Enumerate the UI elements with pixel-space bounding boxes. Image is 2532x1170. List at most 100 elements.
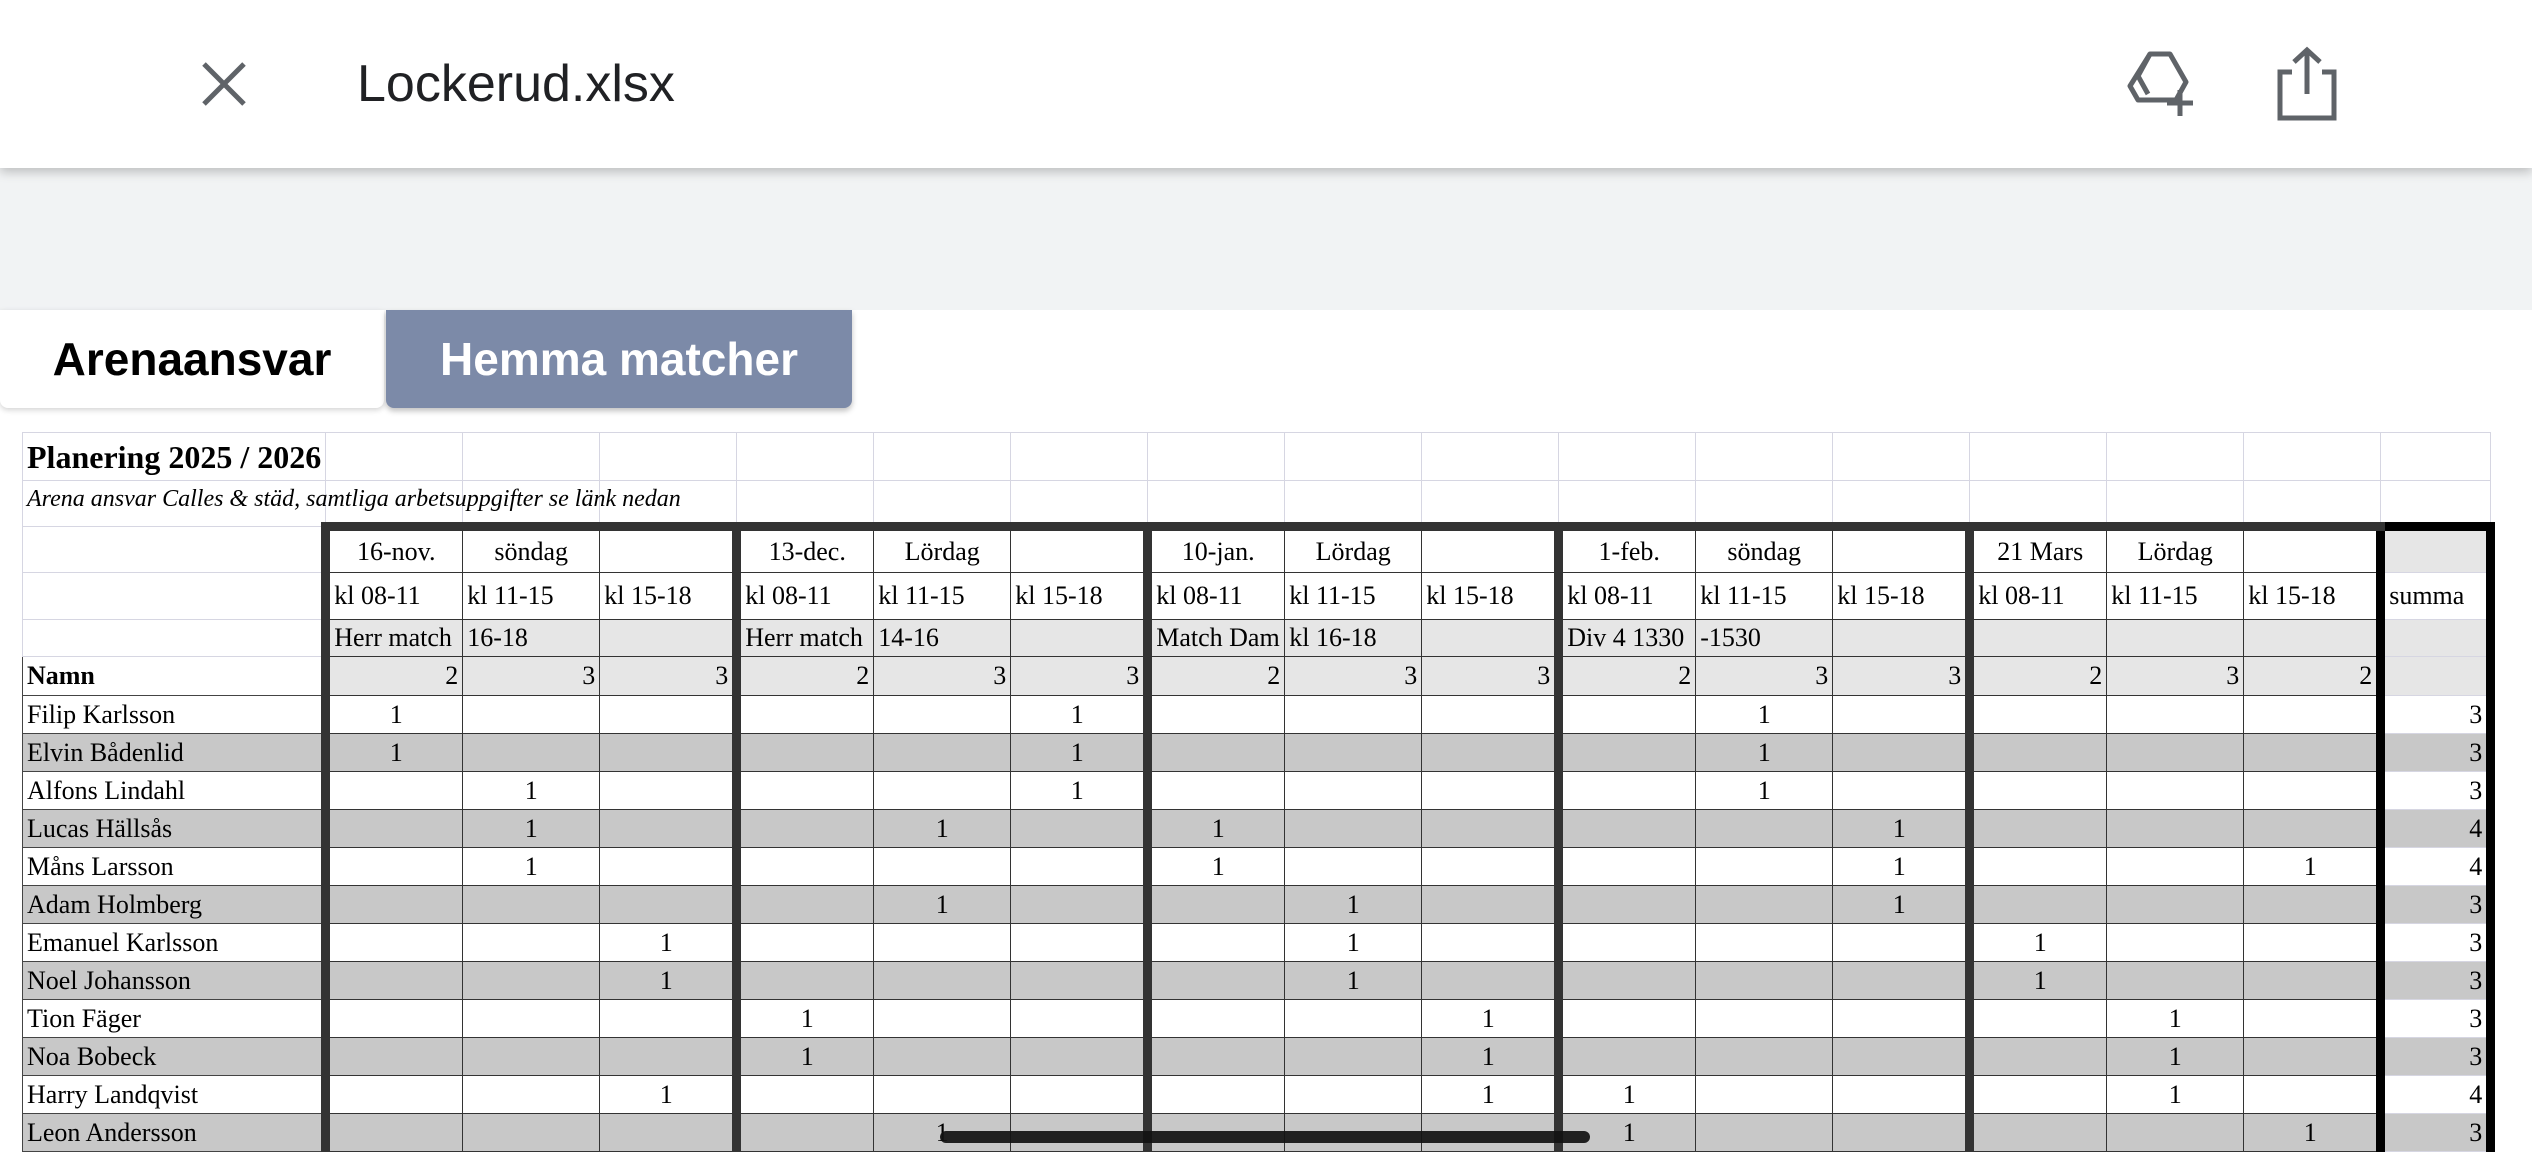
empty-cell[interactable] xyxy=(599,480,738,527)
assignment-cell[interactable] xyxy=(1965,1113,2108,1152)
assignment-cell[interactable] xyxy=(2243,771,2382,810)
assignment-cell[interactable]: 1 xyxy=(321,695,464,734)
needed-count[interactable]: 2 xyxy=(732,656,875,696)
assignment-cell[interactable] xyxy=(1284,999,1423,1038)
event-cell[interactable]: 16-18 xyxy=(462,619,601,657)
date-header[interactable]: 13-dec. xyxy=(732,522,875,573)
empty-cell[interactable] xyxy=(21,526,327,573)
assignment-cell[interactable]: 1 xyxy=(1421,999,1560,1038)
assignment-cell[interactable] xyxy=(599,847,738,886)
assignment-cell[interactable] xyxy=(1421,885,1560,924)
assignment-cell[interactable]: 1 xyxy=(1832,885,1971,924)
assignment-cell[interactable] xyxy=(732,733,875,772)
date-header[interactable]: 10-jan. xyxy=(1143,522,1286,573)
assignment-cell[interactable] xyxy=(1965,695,2108,734)
date-header[interactable]: Lördag xyxy=(2106,522,2245,573)
assignment-cell[interactable] xyxy=(599,695,738,734)
empty-cell[interactable] xyxy=(873,480,1012,527)
event-cell[interactable]: Div 4 1330 xyxy=(1554,619,1697,657)
needed-count[interactable]: 2 xyxy=(2243,656,2382,696)
event-cell[interactable] xyxy=(2243,619,2382,657)
sum-cell[interactable]: 4 xyxy=(2376,847,2496,886)
assignment-cell[interactable]: 1 xyxy=(1010,771,1149,810)
time-header[interactable]: kl 11-15 xyxy=(1284,572,1423,620)
sum-cell[interactable]: 3 xyxy=(2376,771,2496,810)
assignment-cell[interactable] xyxy=(1421,733,1560,772)
assignment-cell[interactable] xyxy=(873,695,1012,734)
assignment-cell[interactable] xyxy=(2106,771,2245,810)
date-header[interactable]: Lördag xyxy=(873,522,1012,573)
assignment-cell[interactable] xyxy=(1832,1037,1971,1076)
assignment-cell[interactable] xyxy=(1010,1037,1149,1076)
assignment-cell[interactable] xyxy=(321,847,464,886)
person-name[interactable]: Filip Karlsson xyxy=(21,695,327,734)
empty-cell[interactable] xyxy=(1284,480,1423,527)
assignment-cell[interactable]: 1 xyxy=(1143,809,1286,848)
empty-cell[interactable] xyxy=(325,480,464,527)
assignment-cell[interactable] xyxy=(1284,695,1423,734)
empty-cell[interactable] xyxy=(2380,480,2492,527)
assignment-cell[interactable]: 1 xyxy=(2106,1037,2245,1076)
needed-count[interactable]: 3 xyxy=(1832,656,1971,696)
assignment-cell[interactable] xyxy=(1554,809,1697,848)
assignment-cell[interactable]: 1 xyxy=(1010,695,1149,734)
assignment-cell[interactable] xyxy=(1965,733,2108,772)
assignment-cell[interactable]: 1 xyxy=(2106,1075,2245,1114)
date-header[interactable]: 21 Mars xyxy=(1965,522,2108,573)
assignment-cell[interactable] xyxy=(2243,809,2382,848)
assignment-cell[interactable]: 1 xyxy=(599,961,738,1000)
assignment-cell[interactable] xyxy=(321,999,464,1038)
empty-cell[interactable] xyxy=(462,432,601,481)
assignment-cell[interactable] xyxy=(599,1037,738,1076)
assignment-cell[interactable] xyxy=(1284,809,1423,848)
date-header[interactable] xyxy=(1010,522,1149,573)
assignment-cell[interactable] xyxy=(2243,961,2382,1000)
needed-count[interactable]: 3 xyxy=(599,656,738,696)
assignment-cell[interactable]: 1 xyxy=(2106,999,2245,1038)
assignment-cell[interactable] xyxy=(1143,923,1286,962)
person-name[interactable]: Emanuel Karlsson xyxy=(21,923,327,962)
assignment-cell[interactable] xyxy=(321,1113,464,1152)
assignment-cell[interactable] xyxy=(1421,847,1560,886)
sum-cell[interactable]: 3 xyxy=(2376,961,2496,1000)
assignment-cell[interactable] xyxy=(1695,999,1834,1038)
sum-cell[interactable]: 3 xyxy=(2376,923,2496,962)
assignment-cell[interactable] xyxy=(1554,847,1697,886)
empty-cell[interactable] xyxy=(736,432,875,481)
assignment-cell[interactable] xyxy=(1554,1037,1697,1076)
person-name[interactable]: Elvin Bådenlid xyxy=(21,733,327,772)
event-cell[interactable] xyxy=(1965,619,2108,657)
assignment-cell[interactable] xyxy=(1965,847,2108,886)
needed-count[interactable]: 3 xyxy=(1421,656,1560,696)
assignment-cell[interactable] xyxy=(2106,961,2245,1000)
event-cell[interactable]: Herr match xyxy=(321,619,464,657)
assignment-cell[interactable] xyxy=(1143,1075,1286,1114)
assignment-cell[interactable] xyxy=(321,771,464,810)
assignment-cell[interactable] xyxy=(321,809,464,848)
empty-cell[interactable] xyxy=(1558,432,1697,481)
time-header[interactable]: kl 15-18 xyxy=(1010,572,1149,620)
assignment-cell[interactable]: 1 xyxy=(873,885,1012,924)
assignment-cell[interactable] xyxy=(1695,847,1834,886)
sum-cell[interactable]: 4 xyxy=(2376,1075,2496,1114)
assignment-cell[interactable] xyxy=(1284,1037,1423,1076)
empty-cell[interactable] xyxy=(2243,480,2382,527)
time-header[interactable]: kl 15-18 xyxy=(1421,572,1560,620)
person-name[interactable]: Noel Johansson xyxy=(21,961,327,1000)
assignment-cell[interactable] xyxy=(1554,923,1697,962)
assignment-cell[interactable] xyxy=(732,1075,875,1114)
assignment-cell[interactable] xyxy=(599,999,738,1038)
event-cell[interactable] xyxy=(2106,619,2245,657)
empty-cell[interactable] xyxy=(599,432,738,481)
empty-cell[interactable] xyxy=(1421,432,1560,481)
assignment-cell[interactable] xyxy=(321,885,464,924)
assignment-cell[interactable] xyxy=(1554,885,1697,924)
assignment-cell[interactable] xyxy=(1695,923,1834,962)
date-header[interactable] xyxy=(1832,522,1971,573)
assignment-cell[interactable] xyxy=(1143,1037,1286,1076)
assignment-cell[interactable] xyxy=(2243,1037,2382,1076)
date-header[interactable]: Lördag xyxy=(1284,522,1423,573)
assignment-cell[interactable]: 1 xyxy=(1554,1075,1697,1114)
assignment-cell[interactable] xyxy=(1695,1075,1834,1114)
time-header[interactable]: kl 11-15 xyxy=(873,572,1012,620)
